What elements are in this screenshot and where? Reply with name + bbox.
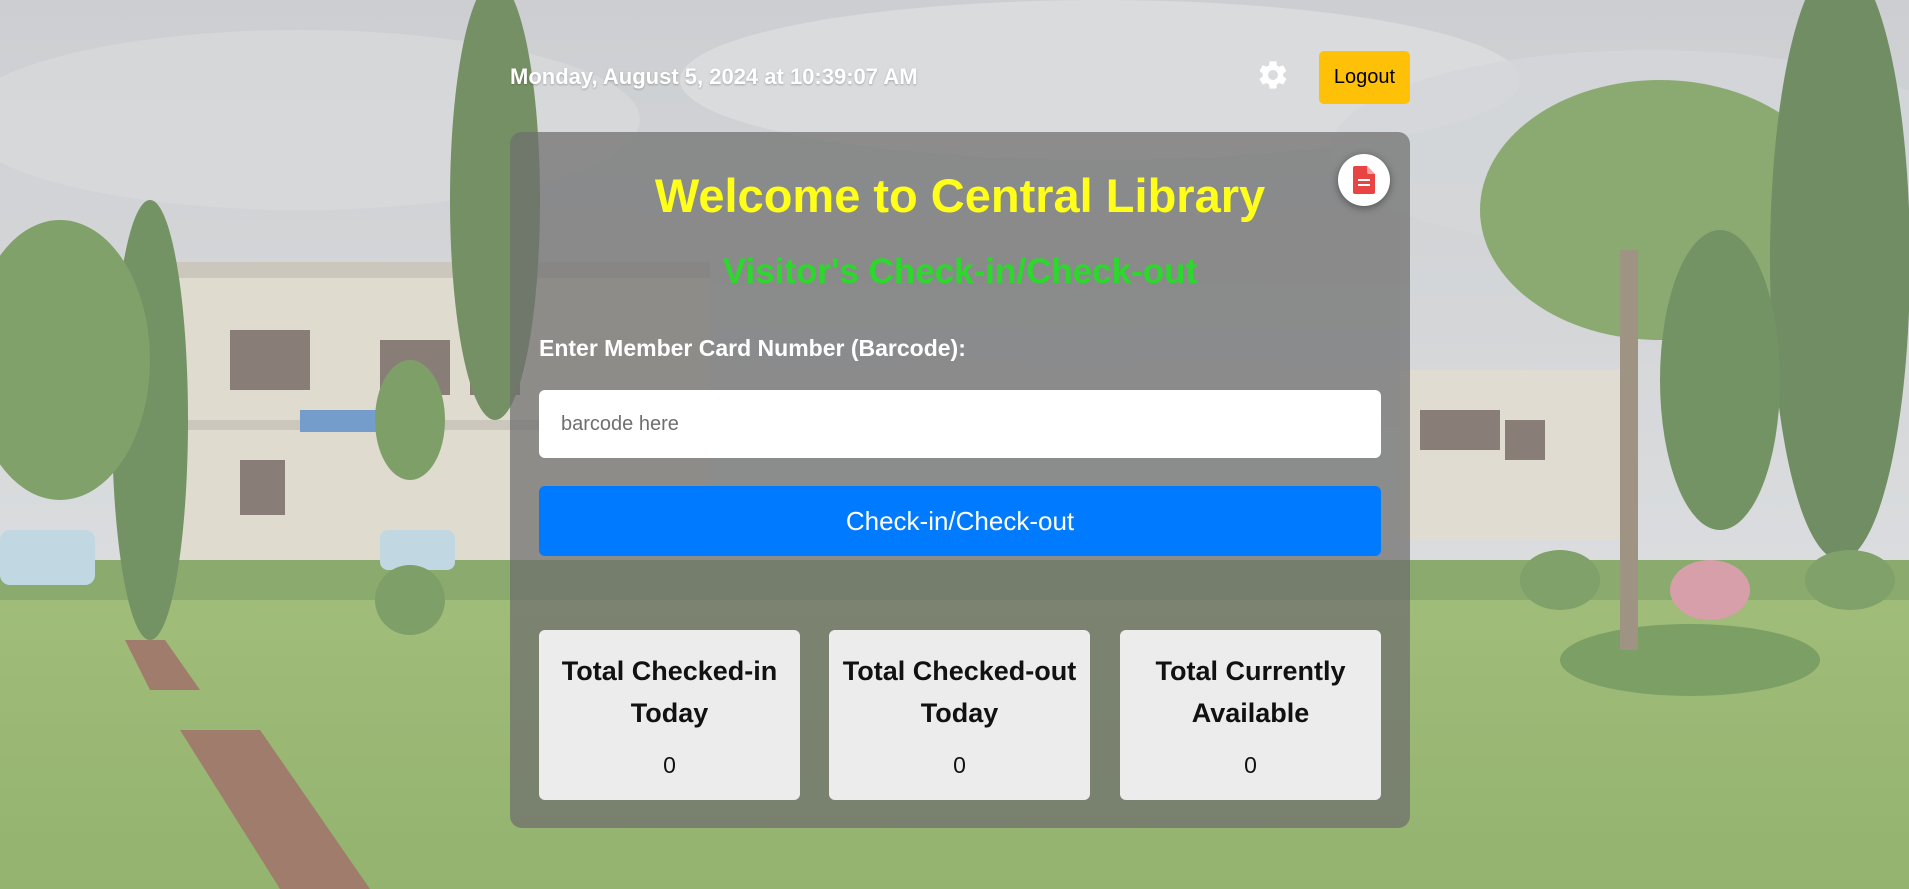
stat-value: 0 [663,752,676,778]
current-datetime: Monday, August 5, 2024 at 10:39:07 AM [510,64,918,89]
checkin-panel: Welcome to Central Library Visitor's Che… [510,132,1410,828]
barcode-label: Enter Member Card Number (Barcode): [539,335,966,361]
stat-card-checked-in: Total Checked-in Today 0 [539,630,800,800]
stat-value: 0 [1244,752,1257,778]
stat-label: Total Currently Available [1155,656,1346,728]
top-bar: Monday, August 5, 2024 at 10:39:07 AM Lo… [510,0,1410,130]
page-subtitle: Visitor's Check-in/Check-out [722,252,1198,291]
stat-card-available: Total Currently Available 0 [1120,630,1381,800]
stat-label: Total Checked-out Today [842,656,1077,728]
barcode-input[interactable] [539,390,1381,458]
checkin-checkout-button[interactable]: Check-in/Check-out [539,486,1381,556]
stat-card-checked-out: Total Checked-out Today 0 [829,630,1090,800]
settings-button[interactable] [1256,58,1290,92]
logout-button[interactable]: Logout [1319,51,1410,104]
gear-icon [1259,61,1287,89]
page-title: Welcome to Central Library [654,169,1266,222]
stat-value: 0 [953,752,966,778]
stat-label: Total Checked-in Today [561,656,778,728]
